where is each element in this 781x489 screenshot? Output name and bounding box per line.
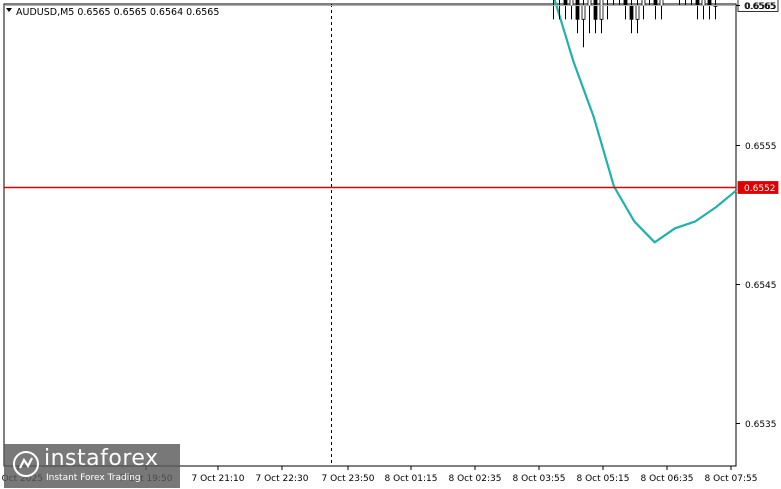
candle-body	[623, 0, 628, 6]
watermark-brand: instaforex	[44, 446, 159, 471]
candle-body	[575, 0, 580, 20]
candle-body	[635, 4, 640, 20]
candle-body	[629, 4, 634, 20]
candle-body	[587, 0, 592, 6]
header: AUDUSD,M5 0.6565 0.6565 0.6564 0.6565	[6, 7, 219, 18]
candle-body	[581, 4, 586, 20]
x-tick-label: 8 Oct 06:35	[641, 474, 694, 484]
y-tick-label: 0.6545	[745, 281, 777, 291]
candle-body	[707, 0, 712, 6]
x-tick-label: 7 Oct 23:50	[322, 474, 375, 484]
chart-background	[0, 0, 781, 489]
candle-body	[701, 0, 706, 6]
instaforex-logo-icon	[13, 451, 39, 477]
candle-body	[653, 0, 658, 6]
x-tick-label: 7 Oct 21:10	[192, 474, 245, 484]
candle-body	[695, 0, 700, 6]
x-tick-label: 8 Oct 03:55	[513, 474, 566, 484]
y-tick-label: 0.6555	[745, 142, 777, 152]
watermark-subtitle: Instant Forex Trading	[46, 473, 141, 483]
y-tick-label: 0.6535	[745, 420, 777, 430]
level-label: 0.6552	[744, 184, 776, 194]
candle-body	[641, 0, 646, 6]
candle-body	[593, 0, 598, 20]
x-tick-label: 8 Oct 05:15	[577, 474, 630, 484]
x-tick-label: 8 Oct 01:15	[385, 474, 438, 484]
symbol-header: AUDUSD,M5 0.6565 0.6565 0.6564 0.6565	[16, 7, 219, 18]
candle-body	[569, 0, 574, 6]
x-tick-label: 7 Oct 22:30	[256, 474, 309, 484]
y-tick-label: 0.6565	[745, 2, 777, 12]
candle-body	[599, 0, 604, 20]
x-tick-label: 8 Oct 07:55	[705, 474, 758, 484]
candle-body	[659, 0, 664, 6]
watermark: instaforex Instant Forex Trading	[4, 444, 180, 488]
x-tick-label: 8 Oct 02:35	[449, 474, 502, 484]
candle-body	[563, 0, 568, 6]
price-chart[interactable]: 0.65860.65680.65650.6552 0.65650.65550.6…	[0, 0, 781, 489]
